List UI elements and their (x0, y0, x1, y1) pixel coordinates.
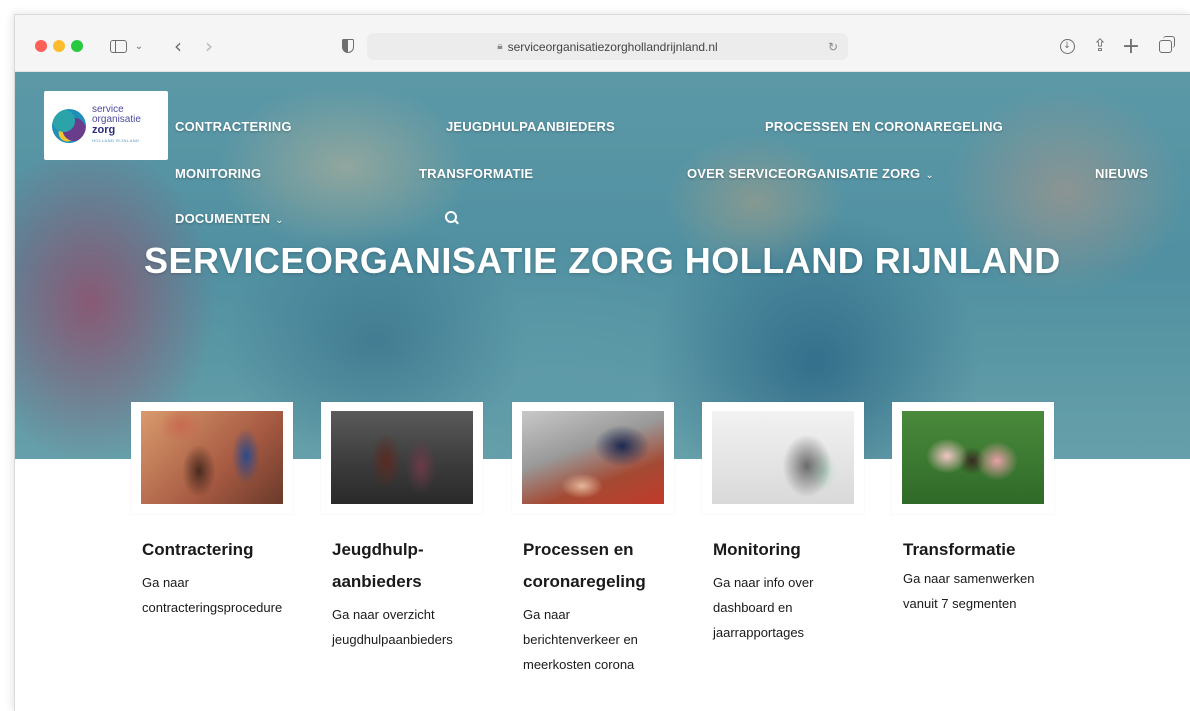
logo-line-4: HOLLAND RIJNLAND (92, 138, 140, 143)
nav-jeugdhulpaanbieders[interactable]: JEUGDHULPAANBIEDERS (446, 119, 615, 134)
nav-over-serviceorganisatie[interactable]: OVER SERVICEORGANISATIE ZORG ⌄ (687, 166, 934, 181)
card-title[interactable]: Monitoring (713, 534, 864, 566)
nav-contractering[interactable]: CONTRACTERING (175, 119, 292, 134)
card-title[interactable]: Processen en coronaregeling (523, 534, 668, 598)
card-description[interactable]: Ga naar samenwerken vanuit 7 segmenten (903, 566, 1053, 616)
card-title[interactable]: Transformatie (903, 534, 1054, 566)
url-text: serviceorganisatiezorghollandrijnland.nl (507, 39, 718, 54)
close-window-button[interactable] (35, 40, 47, 52)
card-description[interactable]: Ga naar contracteringsprocedure (142, 570, 293, 620)
share-icon[interactable]: ⇪ (1090, 34, 1110, 58)
nav-documenten[interactable]: DOCUMENTEN ⌄ (175, 211, 284, 226)
shield-icon[interactable] (338, 34, 358, 58)
card-description[interactable]: Ga naar info over dashboard en jaarrappo… (713, 570, 838, 645)
chevron-down-icon[interactable]: ⌄ (133, 34, 145, 58)
site-logo[interactable]: service organisatie zorg HOLLAND RIJNLAN… (44, 91, 168, 160)
minimize-window-button[interactable] (53, 40, 65, 52)
download-icon[interactable]: ↓ (1057, 34, 1077, 58)
logo-mark-icon (52, 108, 86, 143)
lock-icon: 🔒︎ (497, 41, 503, 52)
reload-icon[interactable]: ↻ (828, 40, 838, 54)
chevron-down-icon: ⌄ (925, 170, 934, 181)
card-description[interactable]: Ga naar overzicht jeugdhulpaanbieders (332, 602, 482, 652)
browser-window: ⌄ ‹ › 🔒︎ serviceorganisatiezorghollandri… (14, 14, 1190, 711)
chevron-down-icon: ⌄ (275, 215, 284, 226)
nav-nieuws[interactable]: NIEUWS (1095, 166, 1148, 181)
sidebar-icon[interactable] (107, 34, 129, 58)
address-bar[interactable]: 🔒︎ serviceorganisatiezorghollandrijnland… (367, 33, 848, 60)
page-title: SERVICEORGANISATIE ZORG HOLLAND RIJNLAND (144, 240, 1061, 281)
logo-line-3: zorg (92, 124, 116, 136)
card-title[interactable]: Contractering (142, 534, 293, 566)
hero-banner: service organisatie zorg HOLLAND RIJNLAN… (15, 72, 1190, 459)
new-tab-icon[interactable]: + (1121, 34, 1141, 59)
nav-transformatie[interactable]: TRANSFORMATIE (419, 166, 533, 181)
nav-processen[interactable]: PROCESSEN EN CORONAREGELING (765, 119, 1003, 134)
tabs-overview-icon[interactable] (1155, 34, 1175, 58)
nav-monitoring[interactable]: MONITORING (175, 166, 261, 181)
back-icon[interactable]: ‹ (168, 34, 188, 58)
card-title[interactable]: Jeugdhulp-aanbieders (332, 534, 452, 598)
forward-icon[interactable]: › (199, 34, 219, 58)
zoom-window-button[interactable] (71, 40, 83, 52)
logo-text: service organisatie zorg HOLLAND RIJNLAN… (92, 105, 141, 146)
search-icon[interactable] (445, 211, 461, 227)
card-description[interactable]: Ga naar berichtenverkeer en meerkosten c… (523, 602, 663, 677)
browser-toolbar: ⌄ ‹ › 🔒︎ serviceorganisatiezorghollandri… (15, 15, 1190, 72)
